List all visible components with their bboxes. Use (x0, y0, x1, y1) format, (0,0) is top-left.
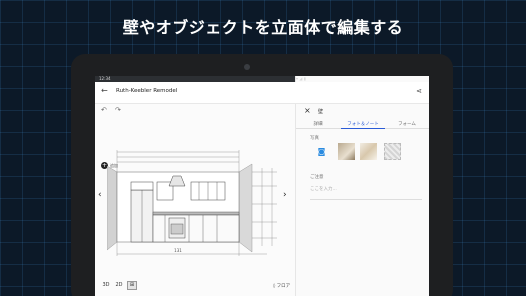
panel-header: × 壁 (296, 104, 429, 119)
dimension-label: 131 (174, 248, 182, 253)
redo-icon[interactable]: ↷ (115, 106, 121, 114)
status-time: 12:34 (99, 76, 111, 81)
close-icon[interactable]: × (304, 106, 311, 115)
chevron-left-icon[interactable]: ‹ (98, 190, 102, 200)
tab-form[interactable]: フォーム (385, 121, 429, 129)
photo-placeholder[interactable] (384, 143, 401, 160)
camera-icon (244, 64, 250, 70)
tab-photos-notes[interactable]: フォト＆ノート (341, 121, 385, 129)
app-bar: ← Ruth-Keebler Remodel ⋖ (95, 82, 429, 104)
notes-label: ご注意 (310, 175, 324, 180)
panel-title: 壁 (318, 109, 324, 115)
share-icon[interactable]: ⋖ (416, 87, 422, 95)
photos-label: 写真 (310, 136, 319, 141)
panel-tabs: 詳細 フォト＆ノート フォーム (296, 119, 429, 129)
photo-thumbnail[interactable] (338, 143, 355, 160)
view-2d-button[interactable]: 2D (114, 281, 124, 290)
plan-canvas[interactable]: ↶ ↷ + 追加 ‹ › 131 3D 2D ⊞ ◊ フロア (95, 104, 295, 296)
photo-strip: ◙ (310, 143, 426, 161)
view-elevation-button[interactable]: ⊞ (127, 281, 137, 290)
view-3d-button[interactable]: 3D (101, 281, 111, 290)
app-screen: 12:34 ▾ ◢ ▮ ← Ruth-Keebler Remodel ⋖ ↶ ↷… (95, 76, 429, 296)
floor-button[interactable]: ◊ フロア (273, 283, 290, 289)
headline: 壁やオブジェクトを立面体で編集する (122, 18, 404, 37)
undo-icon[interactable]: ↶ (101, 106, 107, 114)
tab-details[interactable]: 詳細 (296, 121, 340, 129)
project-title: Ruth-Keebler Remodel (116, 88, 178, 94)
back-arrow-icon[interactable]: ← (101, 86, 108, 95)
elevation-drawing: 131 (107, 150, 277, 256)
note-input[interactable]: ここを入力... (310, 182, 422, 200)
photo-thumbnail[interactable] (360, 143, 377, 160)
detail-panel: × 壁 詳細 フォト＆ノート フォーム 写真 ◙ ご注意 ここを入力... (295, 104, 429, 296)
camera-add-icon[interactable]: ◙ (313, 143, 330, 160)
